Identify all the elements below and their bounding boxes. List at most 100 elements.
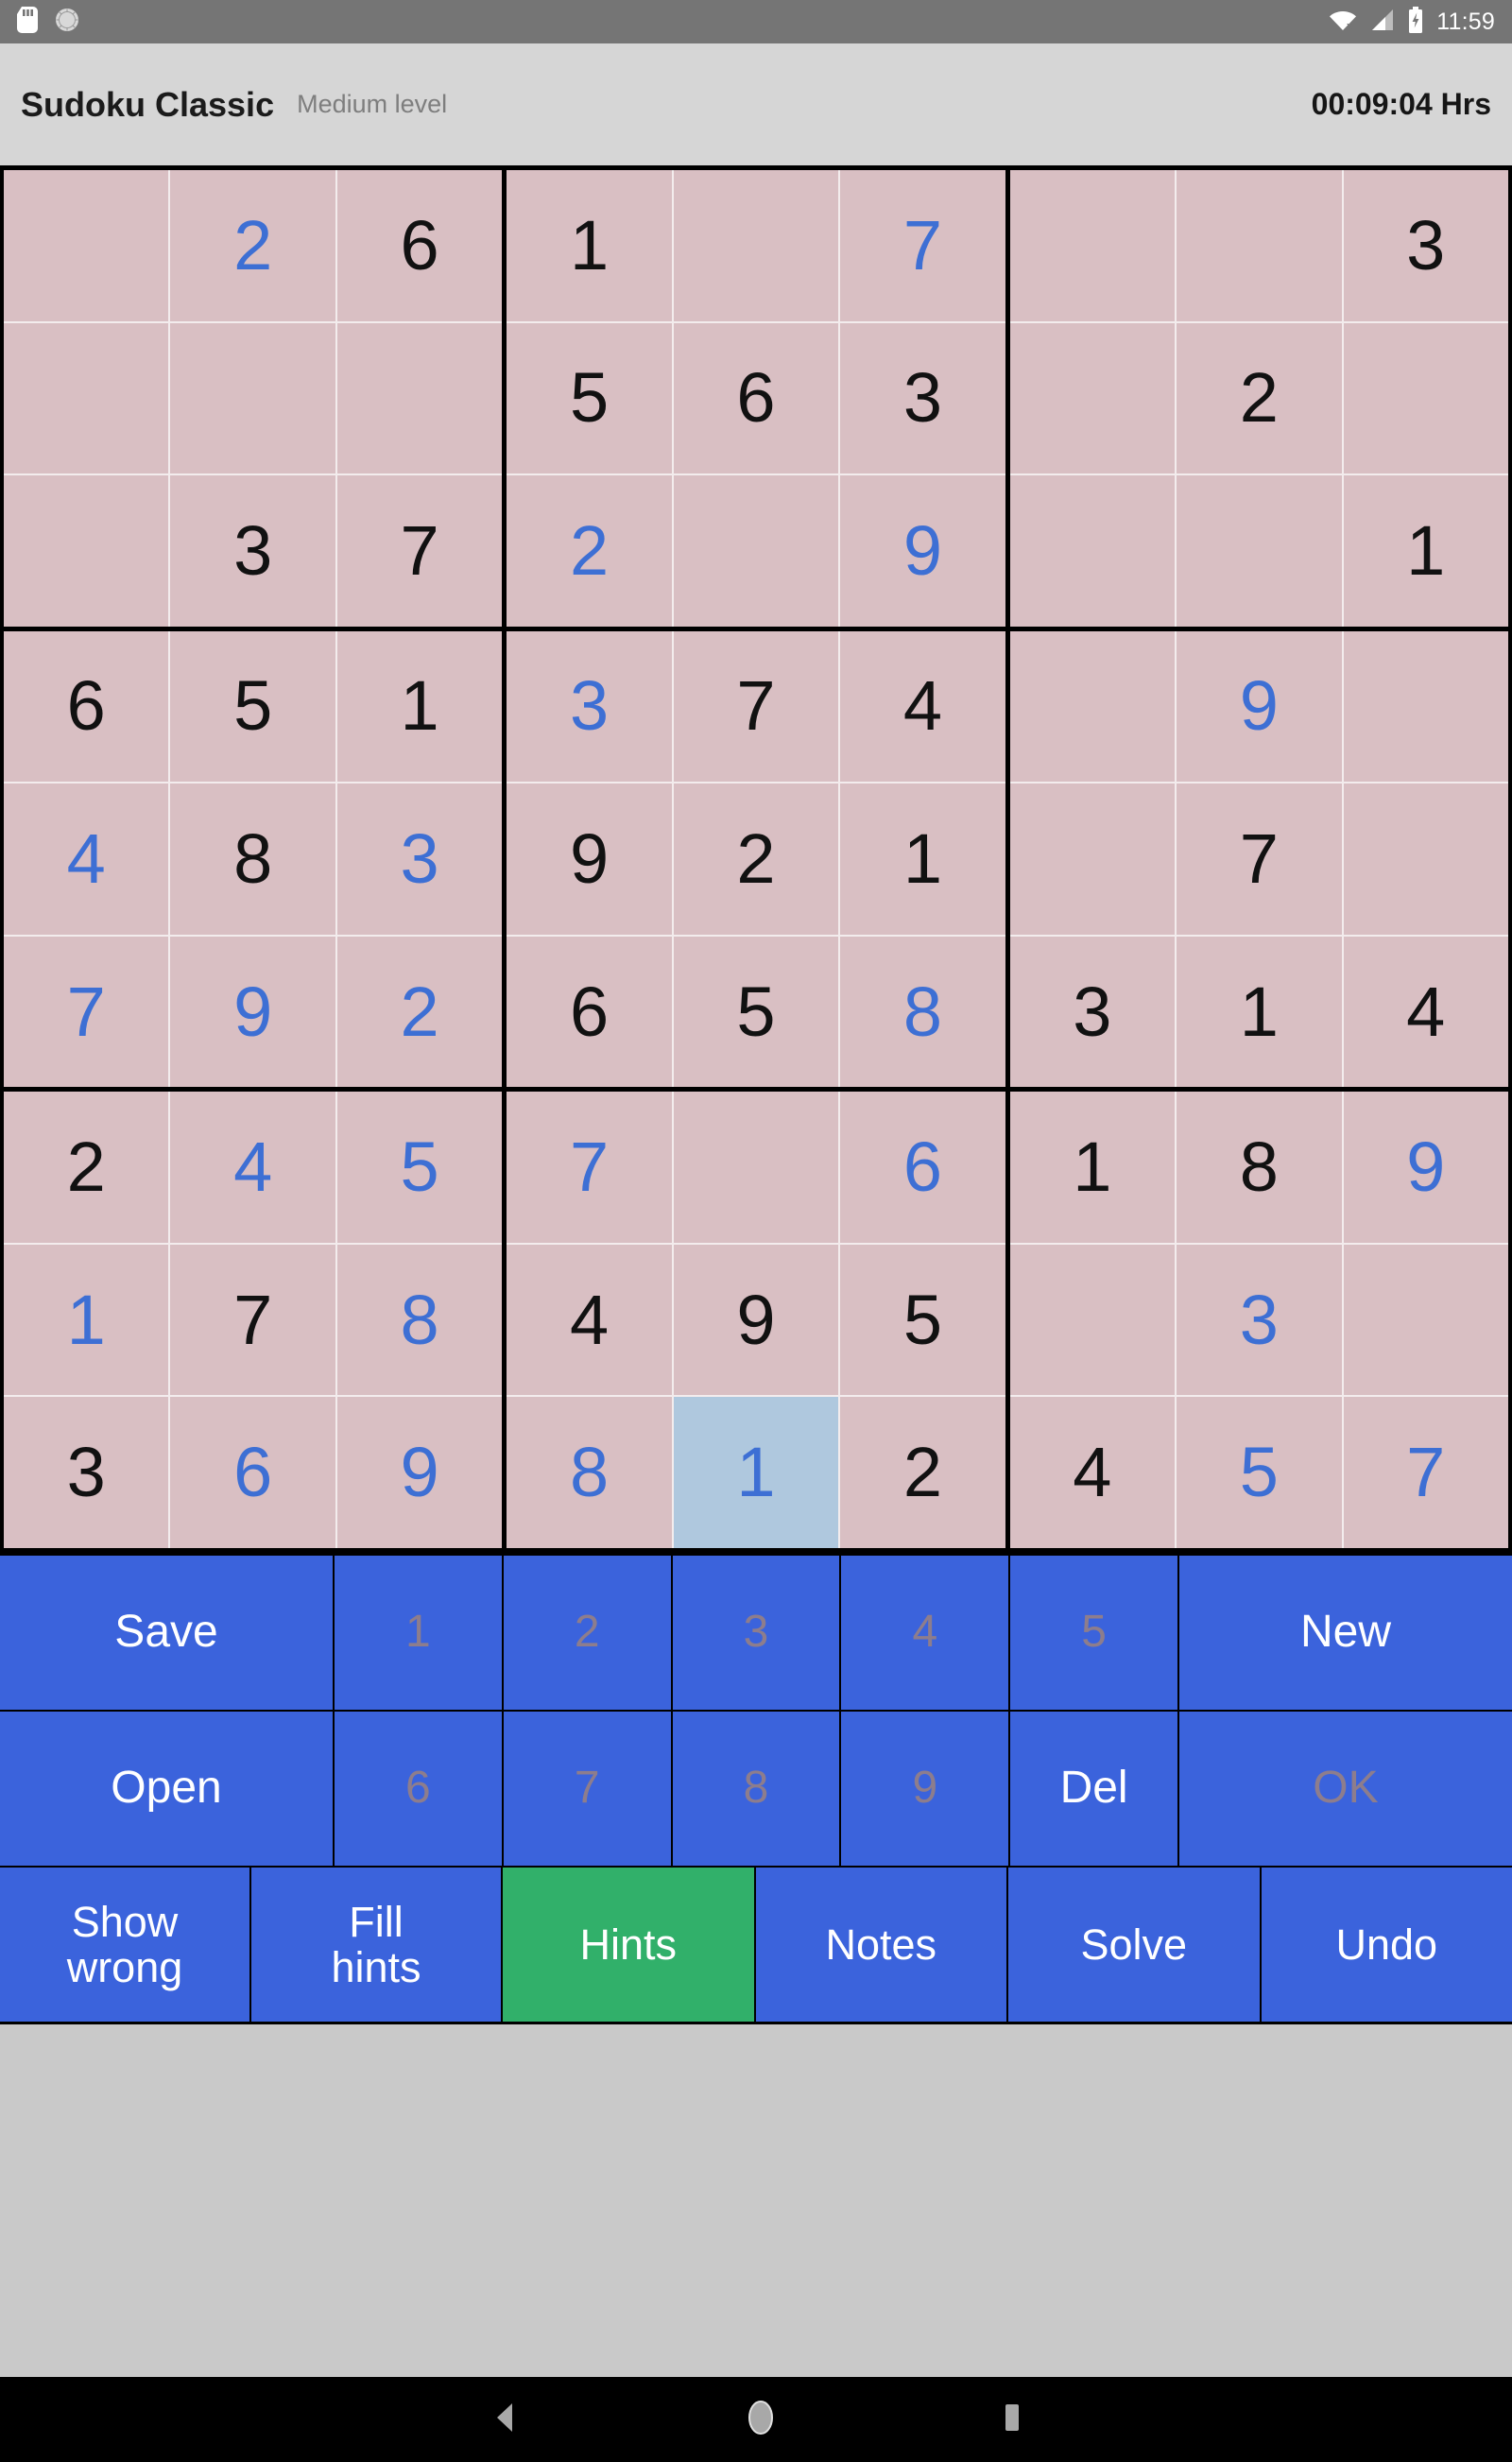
- sudoku-cell[interactable]: [1344, 783, 1508, 935]
- sudoku-cell[interactable]: 4: [507, 1245, 671, 1396]
- sudoku-cell[interactable]: 1: [507, 170, 671, 321]
- sudoku-cell[interactable]: 7: [170, 1245, 335, 1396]
- sudoku-cell[interactable]: 2: [674, 783, 838, 935]
- sudoku-cell[interactable]: [674, 170, 838, 321]
- sudoku-cell[interactable]: [1010, 783, 1175, 935]
- sudoku-cell[interactable]: 6: [507, 937, 671, 1088]
- sudoku-cell[interactable]: 1: [840, 783, 1005, 935]
- sudoku-cell[interactable]: [1177, 170, 1341, 321]
- sudoku-cell[interactable]: 9: [337, 1397, 502, 1548]
- sudoku-cell[interactable]: 3: [507, 631, 671, 783]
- sudoku-board[interactable]: 2637175632932165148379237492165897314245…: [0, 165, 1512, 1553]
- sudoku-cell[interactable]: 7: [674, 631, 838, 783]
- action-solve[interactable]: Solve: [1008, 1868, 1260, 2022]
- sudoku-cell[interactable]: [1177, 475, 1341, 627]
- action-fill-hints[interactable]: Fill hints: [251, 1868, 501, 2022]
- sudoku-cell[interactable]: [337, 323, 502, 474]
- home-icon[interactable]: [745, 2399, 777, 2441]
- sudoku-cell[interactable]: [1010, 170, 1175, 321]
- sudoku-cell[interactable]: 5: [1177, 1397, 1341, 1548]
- sudoku-cell[interactable]: 3: [1177, 1245, 1341, 1396]
- status-bar: x 11:59: [0, 0, 1512, 43]
- sudoku-cell[interactable]: 4: [840, 631, 1005, 783]
- sudoku-cell[interactable]: 9: [507, 783, 671, 935]
- action-notes[interactable]: Notes: [756, 1868, 1007, 2022]
- sudoku-cell[interactable]: 7: [840, 170, 1005, 321]
- sudoku-cell[interactable]: 6: [170, 1397, 335, 1548]
- key-open[interactable]: Open: [0, 1712, 333, 1866]
- sudoku-cell[interactable]: 5: [337, 1092, 502, 1243]
- sudoku-cell[interactable]: 5: [840, 1245, 1005, 1396]
- sudoku-cell[interactable]: 3: [1344, 170, 1508, 321]
- sudoku-cell[interactable]: [4, 170, 168, 321]
- sudoku-cell[interactable]: 7: [4, 937, 168, 1088]
- sudoku-cell[interactable]: 3: [1010, 937, 1175, 1088]
- action-hints[interactable]: Hints: [503, 1868, 754, 2022]
- sudoku-cell[interactable]: 6: [4, 631, 168, 783]
- sudoku-cell[interactable]: 1: [1010, 1092, 1175, 1243]
- sudoku-cell[interactable]: 8: [337, 1245, 502, 1396]
- sudoku-cell[interactable]: 1: [674, 1397, 838, 1548]
- key-3: 3: [673, 1556, 840, 1710]
- sudoku-cell[interactable]: [1010, 323, 1175, 474]
- sudoku-cell[interactable]: 3: [4, 1397, 168, 1548]
- key-save[interactable]: Save: [0, 1556, 333, 1710]
- sudoku-cell[interactable]: 3: [840, 323, 1005, 474]
- sudoku-cell[interactable]: 7: [1344, 1397, 1508, 1548]
- sudoku-cell[interactable]: 8: [1177, 1092, 1341, 1243]
- key-new[interactable]: New: [1179, 1556, 1512, 1710]
- sudoku-cell[interactable]: 9: [1344, 1092, 1508, 1243]
- sudoku-cell[interactable]: 2: [337, 937, 502, 1088]
- sudoku-cell[interactable]: [674, 475, 838, 627]
- sudoku-cell[interactable]: [1010, 1245, 1175, 1396]
- sudoku-cell[interactable]: 9: [1177, 631, 1341, 783]
- sudoku-cell[interactable]: 8: [170, 783, 335, 935]
- sudoku-cell[interactable]: 3: [170, 475, 335, 627]
- sudoku-cell[interactable]: 4: [1344, 937, 1508, 1088]
- sudoku-cell[interactable]: 6: [840, 1092, 1005, 1243]
- recents-icon[interactable]: [1002, 2402, 1022, 2437]
- sudoku-cell[interactable]: 2: [170, 170, 335, 321]
- sudoku-cell[interactable]: [674, 1092, 838, 1243]
- sudoku-cell[interactable]: 8: [840, 937, 1005, 1088]
- sudoku-cell[interactable]: [1344, 1245, 1508, 1396]
- action-undo[interactable]: Undo: [1262, 1868, 1512, 2022]
- sudoku-cell[interactable]: 1: [4, 1245, 168, 1396]
- sudoku-cell[interactable]: 9: [840, 475, 1005, 627]
- sudoku-cell[interactable]: 4: [170, 1092, 335, 1243]
- sudoku-cell[interactable]: 9: [170, 937, 335, 1088]
- sudoku-cell[interactable]: 7: [337, 475, 502, 627]
- sudoku-cell[interactable]: 2: [840, 1397, 1005, 1548]
- sudoku-cell[interactable]: 8: [507, 1397, 671, 1548]
- sudoku-cell[interactable]: 1: [1177, 937, 1341, 1088]
- sd-card-icon: [17, 7, 38, 38]
- sudoku-cell[interactable]: 3: [337, 783, 502, 935]
- sudoku-cell[interactable]: [1010, 475, 1175, 627]
- empty-area: [0, 2024, 1512, 2377]
- sudoku-cell[interactable]: 5: [507, 323, 671, 474]
- sudoku-cell[interactable]: [4, 475, 168, 627]
- sudoku-cell[interactable]: 5: [170, 631, 335, 783]
- action-show-wrong[interactable]: Show wrong: [0, 1868, 249, 2022]
- key-del[interactable]: Del: [1010, 1712, 1177, 1866]
- sudoku-cell[interactable]: [170, 323, 335, 474]
- back-icon[interactable]: [490, 2402, 520, 2438]
- sudoku-cell[interactable]: 4: [1010, 1397, 1175, 1548]
- sudoku-cell[interactable]: 6: [674, 323, 838, 474]
- sudoku-cell[interactable]: 4: [4, 783, 168, 935]
- sudoku-cell[interactable]: 7: [507, 1092, 671, 1243]
- sudoku-cell[interactable]: 7: [1177, 783, 1341, 935]
- sudoku-cell[interactable]: [1344, 631, 1508, 783]
- sudoku-cell[interactable]: 1: [337, 631, 502, 783]
- sudoku-cell[interactable]: [1010, 631, 1175, 783]
- sudoku-cell[interactable]: 9: [674, 1245, 838, 1396]
- sudoku-cell[interactable]: 2: [4, 1092, 168, 1243]
- sudoku-cell[interactable]: [1344, 323, 1508, 474]
- sudoku-cell[interactable]: 5: [674, 937, 838, 1088]
- sudoku-box: 374 921 658: [507, 631, 1005, 1088]
- sudoku-cell[interactable]: 2: [507, 475, 671, 627]
- sudoku-cell[interactable]: 1: [1344, 475, 1508, 627]
- sudoku-cell[interactable]: 6: [337, 170, 502, 321]
- sudoku-cell[interactable]: 2: [1177, 323, 1341, 474]
- sudoku-cell[interactable]: [4, 323, 168, 474]
